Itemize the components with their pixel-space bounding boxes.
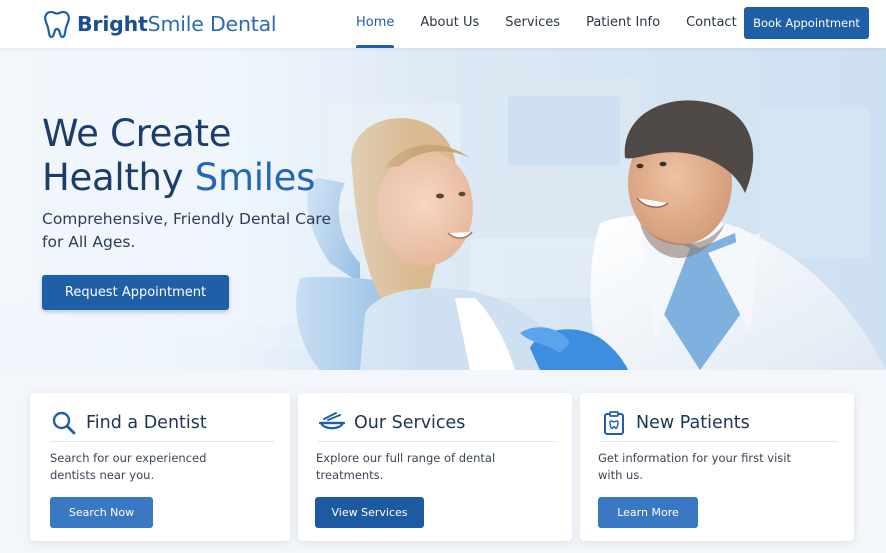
brand-logo[interactable]: BrightSmile Dental: [43, 9, 277, 39]
card-header: Find a Dentist: [50, 407, 274, 439]
nav-home[interactable]: Home: [343, 0, 407, 48]
card-find-dentist: Find a Dentist Search for our experience…: [30, 393, 290, 541]
hero-section: We Create Healthy Smiles Comprehensive, …: [0, 48, 886, 370]
main-nav: Home About Us Services Patient Info Cont…: [343, 0, 750, 48]
hero-title-line2: Healthy Smiles: [42, 156, 362, 200]
brand-name-strong: Bright: [77, 12, 148, 36]
nav-contact[interactable]: Contact: [673, 0, 750, 48]
card-header: New Patients: [600, 407, 838, 439]
card-new-patients: New Patients Get information for your fi…: [580, 393, 854, 541]
card-title: New Patients: [636, 413, 750, 433]
nav-services[interactable]: Services: [492, 0, 573, 48]
brand-name: BrightSmile Dental: [77, 12, 277, 36]
hero-title-accent: Smiles: [194, 156, 316, 199]
hero-title-line1: We Create: [42, 112, 232, 155]
brand-name-light: Smile Dental: [147, 12, 277, 36]
card-title: Find a Dentist: [86, 413, 207, 433]
view-services-button[interactable]: View Services: [315, 497, 424, 528]
card-header: Our Services: [318, 407, 556, 439]
card-title: Our Services: [354, 413, 466, 433]
dental-tray-icon: [318, 409, 346, 437]
request-appointment-button[interactable]: Request Appointment: [42, 275, 229, 310]
card-divider: [50, 441, 274, 442]
hero-subtitle: Comprehensive, Friendly Dental Care for …: [42, 210, 332, 251]
search-now-button[interactable]: Search Now: [50, 497, 153, 528]
nav-patient-info[interactable]: Patient Info: [573, 0, 673, 48]
hero-title: We Create Healthy Smiles: [42, 112, 362, 200]
hero-title-plain: Healthy: [42, 156, 195, 199]
card-our-services: Our Services Explore our full range of d…: [298, 393, 572, 541]
search-icon: [50, 409, 78, 437]
card-divider: [600, 441, 838, 442]
nav-about-us[interactable]: About Us: [407, 0, 492, 48]
site-header: BrightSmile Dental Home About Us Service…: [0, 0, 886, 48]
card-description: Search for our experienced dentists near…: [50, 451, 207, 482]
tooth-icon: [44, 10, 70, 39]
clipboard-tooth-icon: [600, 409, 628, 437]
card-description: Explore our full range of dental treatme…: [316, 451, 496, 482]
card-description: Get information for your first visit wit…: [598, 451, 791, 482]
learn-more-button[interactable]: Learn More: [598, 497, 698, 528]
card-divider: [318, 441, 556, 442]
book-appointment-button[interactable]: Book Appointment: [744, 7, 869, 39]
